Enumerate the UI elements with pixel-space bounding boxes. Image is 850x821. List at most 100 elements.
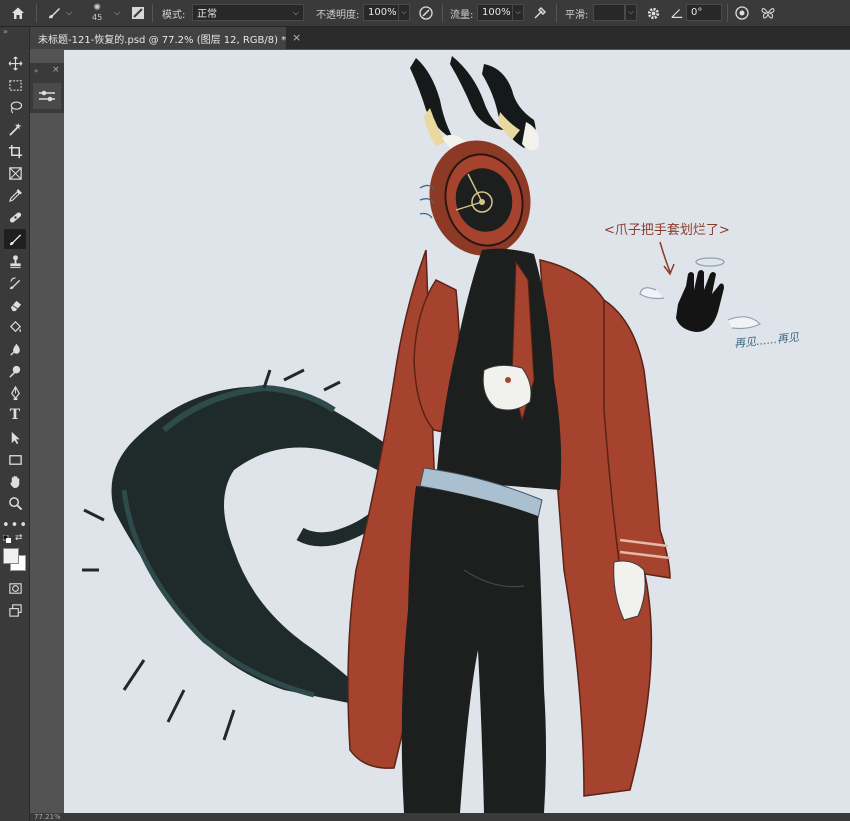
chevron-down-icon[interactable]: ⌵	[66, 0, 72, 26]
clone-stamp-tool[interactable]	[4, 251, 26, 271]
separator	[36, 4, 37, 22]
eyedropper-icon	[8, 188, 22, 202]
smoothing-label: 平滑:	[565, 9, 589, 21]
stamp-icon	[9, 254, 21, 268]
pen-icon	[10, 385, 20, 400]
glove-with-halo	[639, 257, 762, 332]
frame-icon	[8, 166, 22, 180]
screen-mode-icon	[8, 603, 22, 617]
pressure-opacity-icon[interactable]	[418, 0, 434, 26]
screen-mode-button[interactable]	[4, 600, 26, 620]
eraser-tool[interactable]	[4, 295, 26, 315]
opacity-label: 不透明度:	[316, 9, 360, 21]
lasso-icon	[10, 101, 22, 113]
foreground-color-swatch[interactable]	[3, 548, 19, 564]
home-icon[interactable]	[10, 0, 26, 26]
separator	[152, 4, 153, 22]
type-tool[interactable]: T	[4, 405, 26, 425]
chevron-down-icon[interactable]: ⌵	[114, 0, 120, 26]
quick-mask-button[interactable]	[4, 578, 26, 598]
arrow-cursor-icon	[11, 431, 20, 444]
status-bar: 77.21%	[30, 813, 850, 821]
mode-value: 正常	[197, 9, 217, 20]
healing-brush-tool[interactable]	[4, 207, 26, 227]
clock-head	[419, 140, 531, 256]
swap-colors-icon[interactable]: ⇄	[15, 533, 23, 543]
lasso-tool[interactable]	[4, 97, 26, 117]
crop-tool[interactable]	[4, 141, 26, 161]
flow-dropdown[interactable]: ⌵	[512, 4, 524, 21]
pressure-size-icon[interactable]	[734, 0, 750, 26]
mode-label: 模式:	[162, 9, 186, 21]
tools-panel: » T ••• ⇄	[0, 27, 30, 821]
flame-hair	[410, 56, 539, 151]
separator	[556, 4, 557, 22]
expand-panel-icon[interactable]: »	[34, 67, 38, 75]
close-icon[interactable]: ×	[52, 65, 60, 75]
path-selection-tool[interactable]	[4, 427, 26, 447]
dodge-tool[interactable]	[4, 361, 26, 381]
symmetry-butterfly-icon[interactable]	[760, 0, 776, 26]
brush-tip-icon: ✺	[93, 3, 101, 13]
close-icon[interactable]: ×	[292, 31, 301, 44]
eraser-icon	[10, 300, 21, 311]
mode-select[interactable]: 正常 ⌵	[192, 4, 304, 21]
ellipsis-icon: •••	[2, 517, 29, 533]
history-brush-icon	[9, 276, 20, 289]
crop-icon	[8, 144, 22, 158]
brush-tool[interactable]	[4, 229, 26, 249]
move-tool[interactable]	[4, 53, 26, 73]
frame-tool[interactable]	[4, 163, 26, 183]
more-tools[interactable]: •••	[2, 515, 29, 535]
document-tab[interactable]: 未标题-121-恢复的.psd @ 77.2% (图层 12, RGB/8) *	[30, 27, 286, 49]
opacity-input[interactable]: 100%	[363, 4, 399, 21]
history-brush-tool[interactable]	[4, 273, 26, 293]
magnifier-icon	[8, 496, 22, 510]
move-icon	[8, 56, 22, 70]
paint-bucket-tool[interactable]	[4, 317, 26, 337]
type-icon: T	[9, 407, 21, 423]
canvas[interactable]: <爪子把手套划烂了> 再见......再见	[64, 50, 850, 813]
separator	[727, 4, 728, 22]
bandage-icon	[9, 211, 21, 223]
default-colors-icon[interactable]	[2, 534, 12, 547]
marquee-tool[interactable]	[4, 75, 26, 95]
opacity-dropdown[interactable]: ⌵	[398, 4, 410, 21]
separator	[442, 4, 443, 22]
collapse-arrows-icon[interactable]: »	[3, 27, 8, 36]
eyedropper-tool[interactable]	[4, 185, 26, 205]
zoom-readout[interactable]: 77.21%	[34, 813, 61, 821]
hand-icon	[9, 475, 19, 488]
artwork-illustration	[82, 56, 762, 813]
brush-size-picker[interactable]: ✺ 45	[92, 0, 102, 26]
airbrush-icon[interactable]	[532, 0, 548, 26]
sliders-icon	[39, 90, 55, 102]
brush-icon	[9, 233, 21, 245]
marquee-icon	[8, 79, 22, 91]
brush-preset-icon[interactable]	[46, 0, 62, 26]
angle-icon	[670, 0, 684, 26]
droplet-icon	[9, 343, 20, 356]
hand-tool[interactable]	[4, 471, 26, 491]
collapsed-panel-dock: » ×	[30, 63, 64, 113]
brush-settings-panel-button[interactable]	[33, 83, 61, 109]
dodge-icon	[8, 365, 20, 378]
flow-input[interactable]: 100%	[477, 4, 513, 21]
brush-size-value: 45	[92, 13, 103, 22]
rectangle-tool[interactable]	[4, 449, 26, 469]
smoothing-dropdown[interactable]: ⌵	[625, 4, 637, 21]
pen-tool[interactable]	[4, 383, 26, 403]
caption-arrow	[659, 241, 675, 276]
quick-mask-icon	[8, 582, 22, 594]
brush-settings-icon[interactable]	[130, 0, 146, 26]
magic-wand-tool[interactable]	[4, 119, 26, 139]
caption-text: <爪子把手套划烂了>	[604, 223, 730, 238]
flow-label: 流量:	[450, 9, 474, 21]
smoothing-input[interactable]	[593, 4, 625, 21]
gear-icon[interactable]	[646, 0, 661, 26]
blur-tool[interactable]	[4, 339, 26, 359]
document-tab-title: 未标题-121-恢复的.psd @ 77.2% (图层 12, RGB/8) *	[38, 34, 287, 46]
options-bar: ⌵ ✺ 45 ⌵ 模式: 正常 ⌵ 不透明度: 100% ⌵ 流量: 100% …	[0, 0, 850, 27]
zoom-tool[interactable]	[4, 493, 26, 513]
angle-input[interactable]: 0°	[686, 4, 722, 21]
